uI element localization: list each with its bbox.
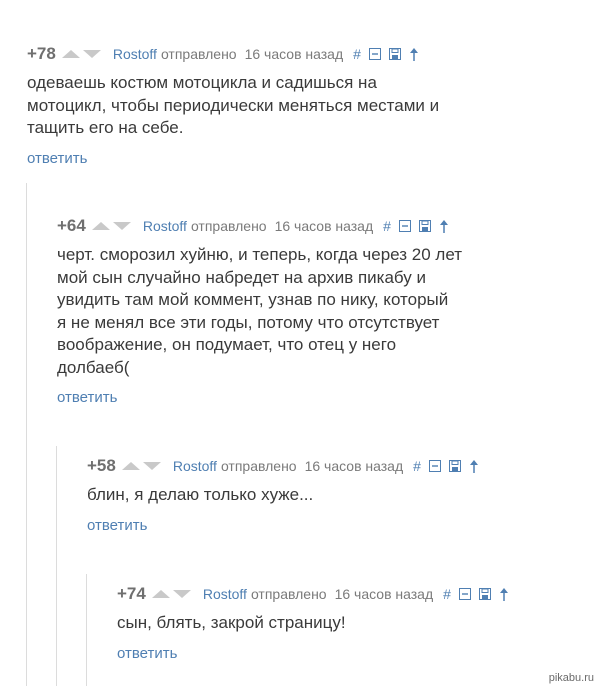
- permalink-hash-icon[interactable]: #: [413, 458, 421, 474]
- comment-text-line: я не менял все эти годы, потому что отсу…: [57, 312, 440, 332]
- upvote-icon[interactable]: [151, 590, 170, 598]
- save-icon[interactable]: [388, 48, 401, 60]
- timestamp: 16 часов назад: [244, 46, 344, 62]
- parent-arrow-icon[interactable]: [499, 587, 509, 601]
- comment-header: +58 Rostoff отправлено 16 часов назад #: [87, 456, 479, 476]
- collapse-icon[interactable]: [458, 588, 471, 600]
- watermark: pikabu.ru: [548, 672, 594, 684]
- parent-arrow-icon[interactable]: [409, 47, 419, 61]
- comment-score: +78: [27, 44, 56, 63]
- thread-line-level-1: [26, 183, 27, 686]
- reply-link[interactable]: ответить: [117, 645, 177, 662]
- comment: +64 Rostoff отправлено 16 часов назад # …: [57, 216, 462, 407]
- downvote-icon[interactable]: [142, 462, 161, 470]
- save-icon[interactable]: [478, 588, 491, 600]
- comment-text-line: увидить там мой коммент, узнав по нику, …: [57, 290, 449, 309]
- permalink-hash-icon[interactable]: #: [443, 586, 451, 602]
- comment-header: +64 Rostoff отправлено 16 часов назад #: [57, 216, 462, 236]
- parent-arrow-icon[interactable]: [439, 219, 449, 233]
- comment-text-line: одеваешь костюм мотоцикла и садишься на: [27, 73, 377, 92]
- permalink-hash-icon[interactable]: #: [383, 218, 391, 234]
- reply-link[interactable]: ответить: [87, 517, 147, 534]
- thread-line-level-3: [86, 574, 87, 686]
- save-icon[interactable]: [418, 220, 431, 232]
- comment: +78 Rostoff отправлено 16 часов назад # …: [27, 44, 439, 168]
- author-link[interactable]: Rostoff: [113, 46, 157, 62]
- comment: +58 Rostoff отправлено 16 часов назад # …: [87, 456, 479, 535]
- author-link[interactable]: Rostoff: [173, 458, 217, 474]
- collapse-icon[interactable]: [428, 460, 441, 472]
- comment-text-line: воображение, он подумает, что отец у нег…: [57, 335, 397, 354]
- upvote-icon[interactable]: [121, 462, 140, 470]
- comment-header: +74 Rostoff отправлено 16 часов назад #: [117, 584, 509, 604]
- comment-text-line: блин, я делаю только хуже...: [87, 485, 314, 504]
- comment-score: +64: [57, 216, 86, 235]
- sent-label: отправлено: [250, 586, 327, 602]
- save-icon[interactable]: [448, 460, 461, 472]
- collapse-icon[interactable]: [368, 48, 381, 60]
- comment-text-line: долбаеб(: [57, 357, 130, 377]
- upvote-icon[interactable]: [91, 222, 110, 230]
- comment-text-line: сын, блять, закрой страницу!: [117, 613, 346, 632]
- parent-arrow-icon[interactable]: [469, 459, 479, 473]
- comment-text: блин, я делаю только хуже...: [87, 484, 479, 507]
- comment-text-line: черт. сморозил хуйню, и теперь, когда че…: [57, 245, 463, 264]
- comment-text: черт. сморозил хуйню, и теперь, когда че…: [57, 244, 462, 379]
- reply-link[interactable]: ответить: [57, 389, 117, 406]
- author-link[interactable]: Rostoff: [143, 218, 187, 234]
- comment-score: +74: [117, 584, 146, 603]
- comment-text: сын, блять, закрой страницу!: [117, 612, 509, 635]
- downvote-icon[interactable]: [172, 590, 191, 598]
- sent-label: отправлено: [190, 218, 267, 234]
- comment-text: одеваешь костюм мотоцикла и садишься на …: [27, 72, 439, 140]
- timestamp: 16 часов назад: [304, 458, 404, 474]
- collapse-icon[interactable]: [398, 220, 411, 232]
- timestamp: 16 часов назад: [274, 218, 374, 234]
- reply-link[interactable]: ответить: [27, 150, 87, 167]
- upvote-icon[interactable]: [61, 50, 80, 58]
- downvote-icon[interactable]: [112, 222, 131, 230]
- downvote-icon[interactable]: [82, 50, 101, 58]
- sent-label: отправлено: [220, 458, 297, 474]
- permalink-hash-icon[interactable]: #: [353, 46, 361, 62]
- comment-text-line: мотоцикл, чтобы периодически меняться ме…: [27, 95, 440, 115]
- comment-text-line: мой сын случайно набредет на архив пикаб…: [57, 267, 427, 287]
- author-link[interactable]: Rostoff: [203, 586, 247, 602]
- comment-text-line: тащить его на себе.: [27, 118, 184, 137]
- sent-label: отправлено: [160, 46, 237, 62]
- timestamp: 16 часов назад: [334, 586, 434, 602]
- comment-header: +78 Rostoff отправлено 16 часов назад #: [27, 44, 439, 64]
- thread-line-level-2: [56, 446, 57, 686]
- comment-score: +58: [87, 456, 116, 475]
- comment: +74 Rostoff отправлено 16 часов назад # …: [117, 584, 509, 663]
